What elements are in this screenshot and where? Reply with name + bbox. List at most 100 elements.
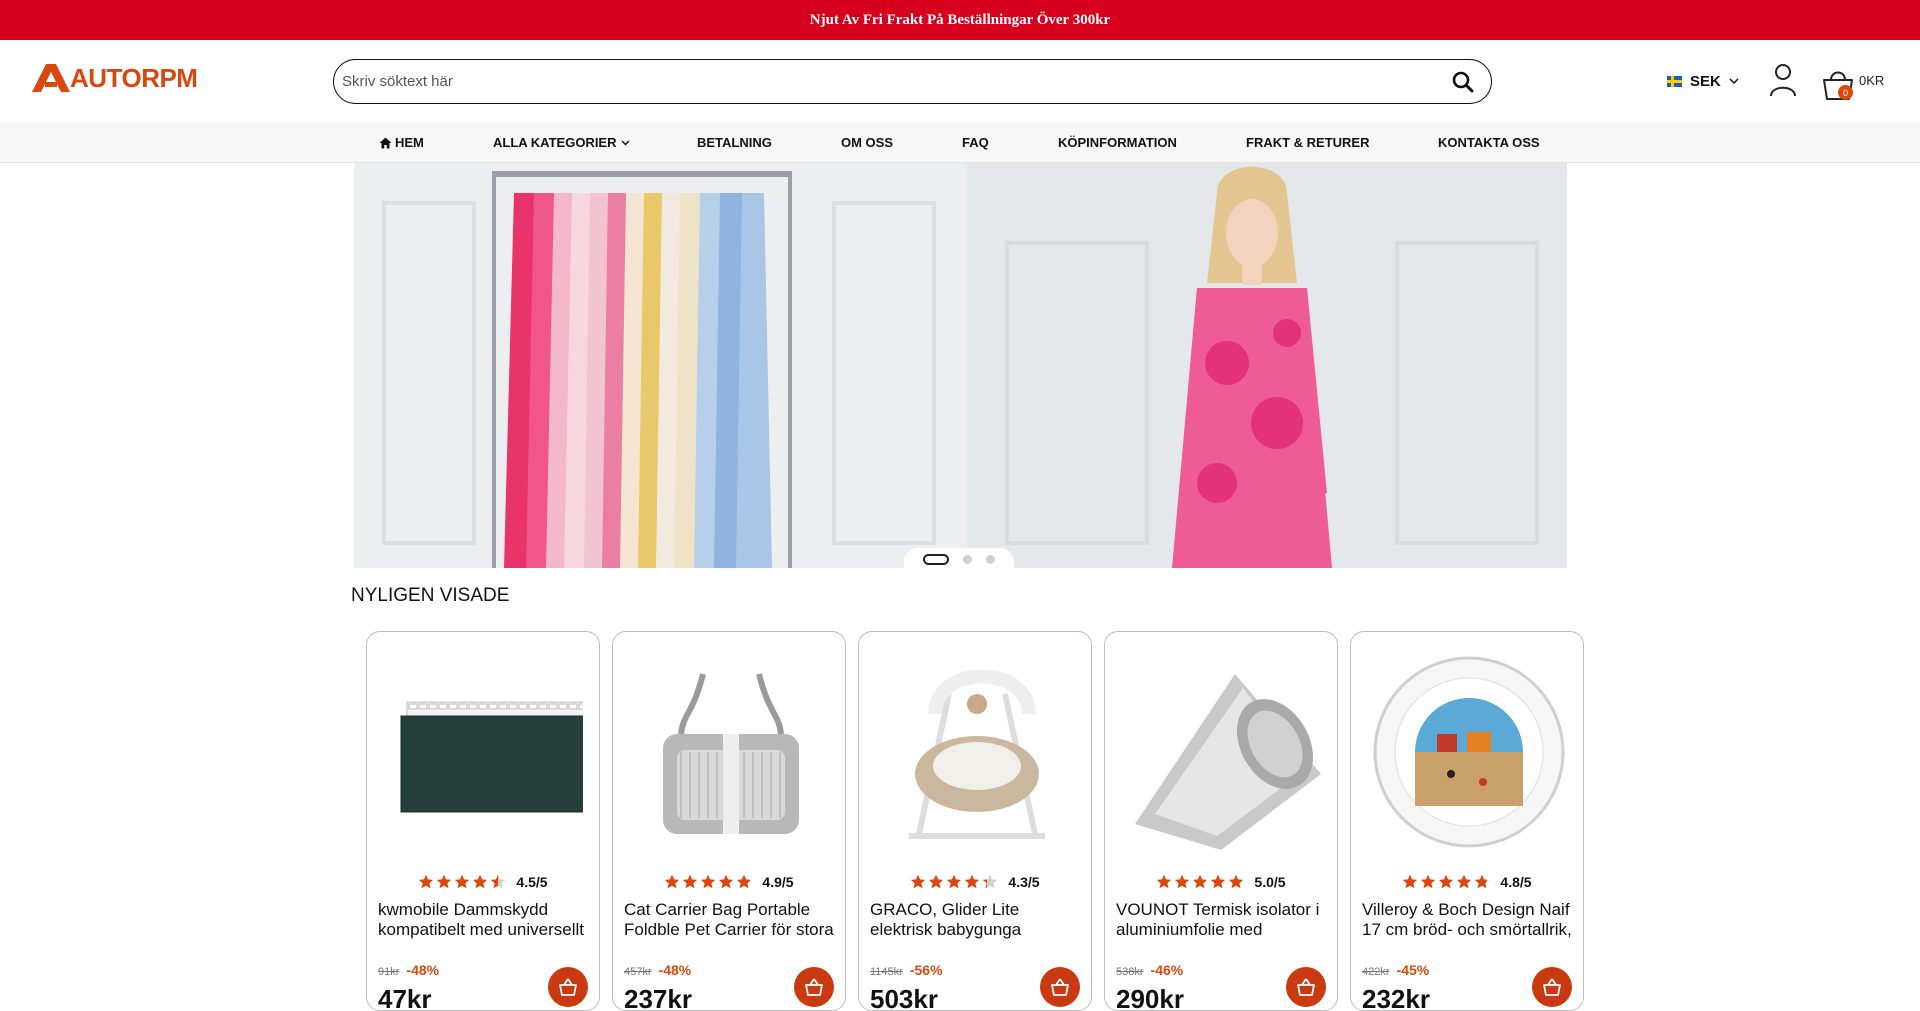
nav-item-about[interactable]: OM OSS (841, 122, 893, 163)
product-card[interactable]: 4.3/5 GRACO, Glider Lite elektrisk babyg… (858, 631, 1092, 1011)
star-icon (1229, 874, 1244, 889)
star-icon (983, 874, 998, 889)
search-icon[interactable] (1451, 70, 1475, 94)
rating-text: 4.8/5 (1500, 874, 1532, 890)
star-icon (455, 874, 470, 889)
add-to-cart-icon (1297, 978, 1315, 996)
price-row: 422kr -45% (1362, 962, 1429, 978)
nav-label: HEM (395, 135, 424, 150)
search-input[interactable] (342, 73, 1451, 90)
old-price: 91kr (378, 966, 400, 978)
star-icon (1157, 874, 1172, 889)
product-rating: 4.9/5 (613, 874, 845, 890)
nav-label: BETALNING (697, 135, 772, 150)
product-card[interactable]: 4.8/5 Villeroy & Boch Design Naif 17 cm … (1350, 631, 1584, 1011)
product-image[interactable] (1125, 654, 1321, 850)
star-icon (683, 874, 698, 889)
nav-item-purchase-info[interactable]: KÖPINFORMATION (1058, 122, 1177, 163)
product-title[interactable]: kwmobile Dammskydd kompatibelt med unive… (378, 900, 594, 940)
product-card[interactable]: 4.9/5 Cat Carrier Bag Portable Foldble P… (612, 631, 846, 1011)
star-icon (1175, 874, 1190, 889)
hero-banner[interactable] (354, 163, 1567, 568)
nav-label: KÖPINFORMATION (1058, 135, 1177, 150)
currency-selector[interactable]: SEK (1667, 73, 1739, 90)
nav-item-payment[interactable]: BETALNING (697, 122, 772, 163)
old-price: 422kr (1362, 966, 1390, 978)
nav-item-home[interactable]: HEM (379, 122, 424, 163)
product-rating: 5.0/5 (1105, 874, 1337, 890)
discount-badge: -48% (658, 962, 692, 978)
star-icon (1193, 874, 1208, 889)
nav-label: KONTAKTA OSS (1438, 135, 1540, 150)
product-rating: 4.8/5 (1351, 874, 1583, 890)
add-to-cart-button[interactable] (1040, 967, 1080, 1007)
add-to-cart-button[interactable] (1532, 967, 1572, 1007)
add-to-cart-icon (1051, 978, 1069, 996)
chevron-down-icon (1729, 78, 1739, 85)
carousel-dot-1[interactable] (923, 553, 949, 565)
star-icon (965, 874, 980, 889)
promo-bar: Njut Av Fri Frakt På Beställningar Över … (0, 0, 1920, 40)
price-row: 457kr -48% (624, 962, 691, 978)
current-price: 237kr (624, 984, 692, 1011)
star-icon (1403, 874, 1418, 889)
nav-item-contact[interactable]: KONTAKTA OSS (1438, 122, 1540, 163)
rating-text: 4.3/5 (1008, 874, 1040, 890)
add-to-cart-icon (1543, 978, 1561, 996)
add-to-cart-button[interactable] (1286, 967, 1326, 1007)
carousel-dot-2[interactable] (963, 554, 972, 564)
logo-mark-icon (30, 62, 74, 94)
price-row: 538kr -46% (1116, 962, 1183, 978)
account-icon[interactable] (1769, 63, 1797, 97)
product-card[interactable]: 4.5/5 kwmobile Dammskydd kompatibelt med… (366, 631, 600, 1011)
product-title[interactable]: Villeroy & Boch Design Naif 17 cm bröd- … (1362, 900, 1578, 940)
star-icon (437, 874, 452, 889)
product-rating: 4.3/5 (859, 874, 1091, 890)
product-image[interactable] (879, 654, 1075, 850)
nav-label: FRAKT & RETURER (1246, 135, 1370, 150)
star-icon (911, 874, 926, 889)
add-to-cart-button[interactable] (548, 967, 588, 1007)
nav-item-categories[interactable]: ALLA KATEGORIER (493, 122, 630, 163)
current-price: 47kr (378, 984, 432, 1011)
star-icon (419, 874, 434, 889)
nav-item-faq[interactable]: FAQ (962, 122, 989, 163)
star-icon (701, 874, 716, 889)
star-icon (665, 874, 680, 889)
product-image[interactable] (633, 654, 829, 850)
sweden-flag-icon (1667, 76, 1682, 87)
rating-text: 4.5/5 (516, 874, 548, 890)
add-to-cart-icon (559, 978, 577, 996)
star-icon (473, 874, 488, 889)
cart-icon[interactable] (1818, 66, 1858, 102)
product-card[interactable]: 5.0/5 VOUNOT Termisk isolator i aluminiu… (1104, 631, 1338, 1011)
star-icon (1475, 874, 1490, 889)
search-bar (333, 59, 1492, 104)
old-price: 538kr (1116, 966, 1144, 978)
product-image[interactable] (387, 654, 594, 850)
nav-label: FAQ (962, 135, 989, 150)
star-icon (491, 874, 506, 889)
add-to-cart-icon (805, 978, 823, 996)
promo-text: Njut Av Fri Frakt På Beställningar Över … (809, 11, 1111, 28)
product-title[interactable]: GRACO, Glider Lite elektrisk babygunga (870, 900, 1086, 940)
star-icon (1439, 874, 1454, 889)
product-image[interactable] (1371, 654, 1567, 850)
discount-badge: -45% (1396, 962, 1430, 978)
cart-total: 0KR (1859, 73, 1885, 88)
banner-image-clothing-rack (354, 163, 967, 568)
product-title[interactable]: VOUNOT Termisk isolator i aluminiumfolie… (1116, 900, 1332, 940)
product-rating: 4.5/5 (367, 874, 599, 890)
add-to-cart-button[interactable] (794, 967, 834, 1007)
discount-badge: -56% (909, 962, 943, 978)
discount-badge: -46% (1150, 962, 1184, 978)
star-icon (947, 874, 962, 889)
nav-item-shipping-returns[interactable]: FRAKT & RETURER (1246, 122, 1370, 163)
old-price: 457kr (624, 966, 652, 978)
product-title[interactable]: Cat Carrier Bag Portable Foldble Pet Car… (624, 900, 840, 940)
current-price: 290kr (1116, 984, 1184, 1011)
carousel-dot-3[interactable] (986, 554, 995, 564)
chevron-down-icon (621, 140, 629, 145)
logo[interactable]: AUTORPM (30, 62, 198, 94)
site-header: AUTORPM SEK 0 0KR (0, 40, 1920, 122)
